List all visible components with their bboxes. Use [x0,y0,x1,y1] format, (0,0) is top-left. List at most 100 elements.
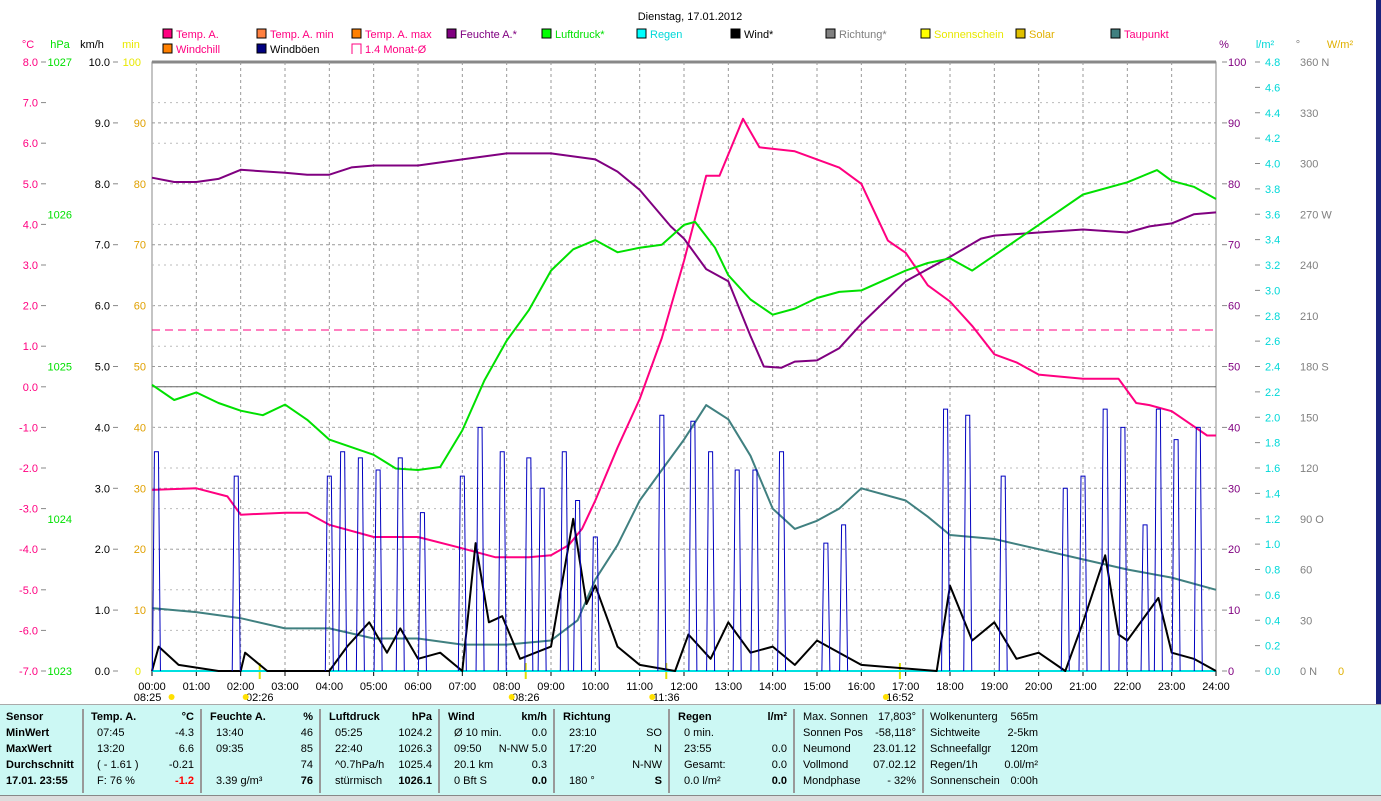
misc-label: Wolkenunterg [930,711,998,723]
axis-tick-kmh: 6.0 [95,301,110,313]
cell-label: stürmisch [335,775,383,787]
cell-value: N [654,743,662,755]
misc-value: 0:00h [1010,775,1038,787]
axis-tick-celsius: -6.0 [19,625,38,637]
axis-tick-direction: 360 N [1300,57,1329,69]
x-tick-label: 19:00 [981,681,1009,693]
axis-tick-kmh: 7.0 [95,240,110,252]
axis-unit-hpa: hPa [50,39,70,51]
gust-spike [777,451,787,672]
cell-label: ^0.7hPa/h [335,759,385,771]
misc-label: Schneefallgr [930,743,992,755]
cell-value: SO [646,727,662,739]
legend-label: Sonnenschein [934,29,1004,41]
axis-tick-hpa: 1026 [48,209,72,221]
cell-label: Gesamt: [684,759,726,771]
misc-label: Regen/1h [930,759,978,771]
axis-tick-kmh: 5.0 [95,362,110,374]
section-richtung: Richtung 23:10 SO 17:20 N N-NW 180 ° S [557,709,670,793]
axis-tick-rain: 3.0 [1265,285,1280,297]
cell-label: 23:10 [569,727,597,739]
section-unit: l/m² [767,711,787,723]
gust-spike [537,487,547,672]
misc-label: Sonnenschein [930,775,1000,787]
axis-tick-direction: 60 [1300,565,1312,577]
astro-label: Sonnen Pos [803,727,863,739]
axis-tick-solar: 0 [1338,666,1344,678]
axis-tick-celsius: 3.0 [23,260,38,272]
gust-spike [524,457,534,672]
axis-tick-rain: 2.8 [1265,311,1280,323]
cell-label: F: 76 % [97,775,135,787]
gust-spike [355,457,365,672]
section-unit: % [303,711,313,723]
axis-tick-celsius: -4.0 [19,544,38,556]
axis-tick-direction: 30 [1300,615,1312,627]
legend-swatch [541,28,552,39]
axis-tick-percent: 50 [1228,362,1240,374]
axis-tick-min: 10 [134,605,146,617]
gust-spike [1060,487,1070,672]
x-tick-label: 07:00 [449,681,477,693]
legend-label: Solar [1029,29,1055,41]
sun-marker-icon [882,694,889,700]
cell-value: 76 [300,775,313,787]
axis-tick-rain: 0.8 [1265,565,1280,577]
cell-label: 0 min. [684,727,714,739]
gust-spike [657,414,667,672]
axis-tick-min: 90 [134,118,146,130]
axis-tick-kmh: 4.0 [95,422,110,434]
cell-label: ( - 1.61 ) [97,759,139,771]
axis-tick-rain: 1.4 [1265,488,1280,500]
axis-tick-percent: 100 [1228,57,1246,69]
cell-label: 22:40 [335,743,363,755]
axis-unit-rain: l/m² [1256,39,1275,51]
axis-tick-min: 30 [134,483,146,495]
gust-spike [231,475,241,672]
gust-spike [151,451,161,672]
sun-marker-icon [168,694,175,700]
x-tick-label: 01:00 [183,681,211,693]
x-tick-label: 20:00 [1025,681,1053,693]
window-edge [1376,0,1381,704]
axis-tick-kmh: 1.0 [95,605,110,617]
cell-value: -4.3 [175,727,194,739]
x-tick-label: 13:00 [715,681,743,693]
axis-tick-celsius: 0.0 [23,382,38,394]
axis-unit-celsius: °C [22,39,34,51]
row-label: Durchschnitt [6,759,74,771]
axis-tick-rain: 1.6 [1265,463,1280,475]
section-header: Regen [678,711,712,723]
x-tick-label: 18:00 [936,681,964,693]
axis-tick-percent: 20 [1228,544,1240,556]
section-unit: km/h [521,711,547,723]
axis-tick-rain: 4.6 [1265,82,1280,94]
gust-spike [1153,408,1163,672]
x-tick-label: 11:00 [626,681,653,693]
axis-tick-rain: 0.0 [1265,666,1280,678]
axis-tick-percent: 80 [1228,179,1240,191]
axis-tick-direction: 180 S [1300,362,1329,374]
section-regen: Regen l/m² 0 min. 23:55 0.0 Gesamt: 0.0 0.0 l/m… [672,709,795,793]
cell-value: 0.3 [531,759,547,771]
axis-tick-kmh: 8.0 [95,179,110,191]
x-tick-label: 06:00 [404,681,432,693]
cell-value: -0.21 [168,759,194,771]
astro-label: Vollmond [803,759,849,771]
section-unit: hPa [411,711,432,723]
x-tick-label: 09:00 [537,681,565,693]
axis-tick-celsius: 5.0 [23,179,38,191]
axis-tick-rain: 0.4 [1265,615,1280,627]
axis-unit-percent: % [1219,39,1229,51]
cell-label: 180 ° [569,775,595,787]
status-bar [0,795,1381,801]
axis-tick-celsius: -1.0 [19,422,38,434]
legend-label: 1.4 Monat-Ø [365,44,427,56]
gust-spike [559,451,569,672]
legend-label: Windchill [176,44,220,56]
axis-tick-direction: 270 W [1300,209,1332,221]
cell-label: 20.1 km [454,759,494,771]
sun-marker-label: 02:26 [246,692,274,704]
axis-unit-kmh: km/h [80,39,104,51]
legend-swatch [730,28,741,39]
